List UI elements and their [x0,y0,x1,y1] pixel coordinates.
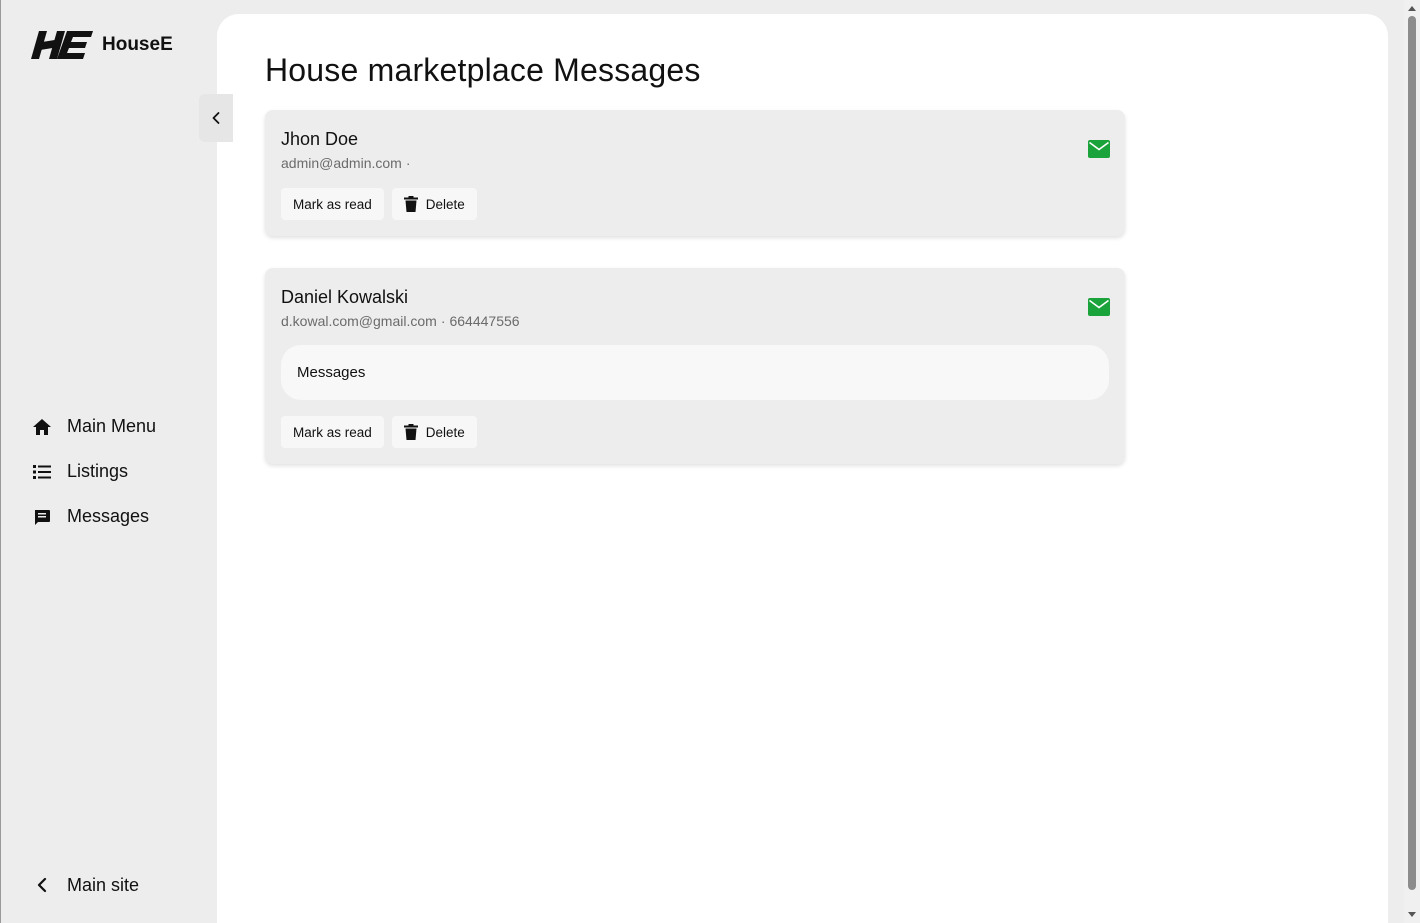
mark-as-read-label: Mark as read [293,424,372,440]
sender-name: Daniel Kowalski [281,287,409,307]
trash-icon [403,424,418,440]
sender-phone: 664447556 [449,313,520,329]
sidebar-item-main-menu[interactable]: Main Menu [32,404,212,449]
brand-name: HouseE [102,34,173,55]
mark-as-read-label: Mark as read [293,196,372,212]
trash-icon [403,196,418,212]
chevron-left-icon [212,112,220,124]
main-content: House marketplace Messages Jhon Doe admi… [217,14,1388,923]
sidebar-item-listings[interactable]: Listings [32,449,212,494]
scrollbar-thumb[interactable] [1408,16,1416,890]
contact-separator: · [405,155,411,171]
delete-button[interactable]: Delete [391,416,477,448]
message-card: Jhon Doe admin@admin.com· Mark as read [265,110,1125,236]
sender-email: d.kowal.com@gmail.com [281,313,437,329]
delete-button[interactable]: Delete [391,188,477,220]
message-list: Jhon Doe admin@admin.com· Mark as read [265,110,1125,496]
brand[interactable]: HouseE [31,28,173,62]
contact-separator: · [440,313,446,329]
message-card: Daniel Kowalski d.kowal.com@gmail.com · 66… [265,268,1125,464]
delete-label: Delete [425,196,465,212]
mark-as-read-button[interactable]: Mark as read [281,416,384,448]
scroll-down-arrow-icon[interactable] [1404,907,1420,923]
mark-as-read-button[interactable]: Mark as read [281,188,384,220]
main-site-link[interactable]: Main site [32,866,139,904]
sidebar-item-label: Messages [67,506,150,526]
sidebar-item-label: Listings [67,461,129,481]
message-actions: Mark as read Delete [281,416,1109,448]
sidebar: HouseE Main Menu Listings Messages Main … [1,0,216,923]
page-title: House marketplace Messages [265,52,701,88]
list-icon [32,462,52,482]
home-icon [32,417,52,437]
brand-logo [31,31,93,59]
app-window: HouseE Main Menu Listings Messages Main … [0,0,1420,923]
message-body: Messages [281,345,1109,400]
message-actions: Mark as read Delete [281,188,1109,220]
chevron-left-icon [32,875,52,895]
sidebar-collapse-button[interactable] [199,94,233,142]
delete-label: Delete [425,424,465,440]
sidebar-nav: Main Menu Listings Messages [32,404,212,539]
sender-email: admin@admin.com [281,155,402,171]
vertical-scrollbar[interactable] [1404,0,1420,923]
sidebar-item-label: Main Menu [67,416,157,436]
scroll-up-arrow-icon[interactable] [1404,0,1420,16]
sender-name: Jhon Doe [281,129,359,149]
sender-contact: admin@admin.com · [281,154,1109,172]
envelope-icon[interactable] [1088,298,1110,316]
chat-icon [32,507,52,527]
sender-contact: d.kowal.com@gmail.com · 664447556 [281,312,1109,330]
sidebar-item-messages[interactable]: Messages [32,494,212,539]
main-site-label: Main site [67,874,140,895]
envelope-icon[interactable] [1088,140,1110,158]
